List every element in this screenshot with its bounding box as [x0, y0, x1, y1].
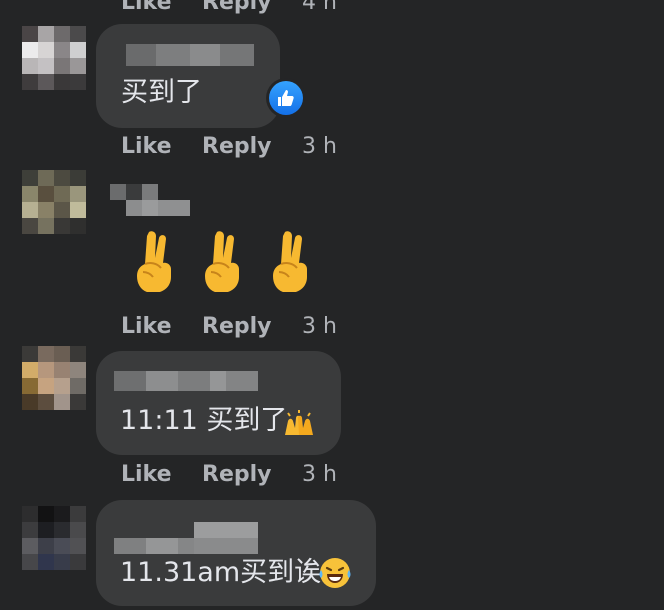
comment-bubble[interactable]: 买到了 — [96, 24, 280, 128]
raising-hands-icon — [282, 409, 316, 441]
like-button[interactable]: Like — [121, 132, 172, 162]
comment-bubble[interactable]: 11:11 买到了 — [96, 351, 341, 455]
timestamp: 3 h — [302, 134, 337, 159]
crossed-fingers-icon — [133, 228, 177, 296]
reply-button[interactable]: Reply — [202, 0, 272, 18]
comment-text: 11.31am买到诶 — [120, 557, 322, 588]
reply-button[interactable]: Reply — [202, 460, 272, 490]
comment-text: 11:11 买到了 — [120, 405, 288, 436]
like-button[interactable]: Like — [121, 460, 172, 490]
avatar[interactable] — [22, 346, 86, 410]
reply-button[interactable]: Reply — [202, 312, 272, 342]
like-button[interactable]: Like — [121, 312, 172, 342]
comment-bubble[interactable]: 11.31am买到诶 — [96, 500, 376, 606]
like-reaction[interactable] — [266, 78, 306, 118]
timestamp: 3 h — [302, 462, 337, 487]
commenter-name[interactable] — [114, 371, 258, 391]
timestamp: 3 h — [302, 314, 337, 339]
avatar[interactable] — [22, 170, 86, 234]
like-icon — [278, 90, 294, 106]
commenter-name[interactable] — [110, 184, 190, 216]
reply-button[interactable]: Reply — [202, 132, 272, 162]
commenter-name[interactable] — [114, 522, 258, 554]
like-button[interactable]: Like — [121, 0, 172, 18]
avatar[interactable] — [22, 506, 86, 570]
crossed-fingers-icon — [201, 228, 245, 296]
commenter-name[interactable] — [126, 44, 254, 66]
laughing-tears-icon — [318, 556, 352, 594]
crossed-fingers-icon — [269, 228, 313, 296]
comment-text: 买到了 — [121, 77, 202, 108]
avatar[interactable] — [22, 26, 86, 90]
timestamp: 4 h — [302, 0, 337, 15]
